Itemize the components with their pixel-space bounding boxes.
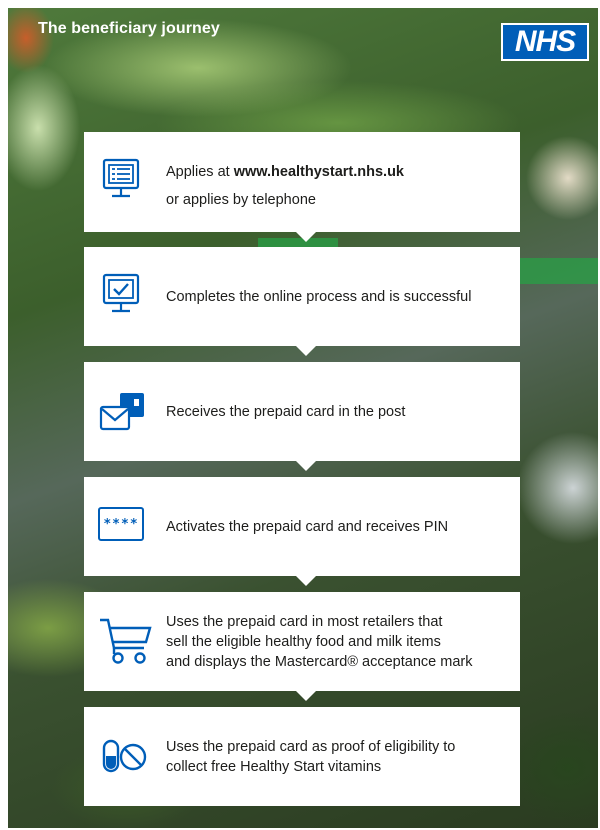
background-photo: The beneficiary journey NHS Applies at w… — [8, 8, 598, 828]
step-text-line: collect free Healthy Start vitamins — [166, 759, 382, 775]
journey-step-complete-online: Completes the online process and is succ… — [84, 247, 520, 356]
step-lead: Applies at — [166, 164, 234, 180]
step-text-line: Uses the prepaid card in most retailers … — [166, 614, 443, 630]
step-pointer — [296, 461, 316, 471]
shelf-stripe — [508, 258, 598, 284]
step-text: Completes the online process and is succ… — [166, 289, 472, 305]
healthystart-url-link[interactable]: www.healthystart.nhs.uk — [234, 164, 404, 180]
step-text-line: Uses the prepaid card as proof of eligib… — [166, 739, 456, 755]
nhs-logo: NHS — [501, 23, 589, 61]
envelope-card-icon — [98, 390, 148, 434]
step-text: Receives the prepaid card in the post — [166, 404, 406, 420]
journey-step-activate-card: **** Activates the prepaid card and rece… — [84, 477, 520, 586]
step-pointer — [296, 576, 316, 586]
step-text: Applies at www.healthystart.nhs.uk or ap… — [166, 162, 508, 210]
monitor-check-icon — [98, 273, 148, 317]
journey-step-vitamins: Uses the prepaid card as proof of eligib… — [84, 707, 520, 806]
pin-entry-icon: **** — [98, 507, 148, 545]
step-text-line: and displays the Mastercard® acceptance … — [166, 654, 473, 670]
step-text-line: Applies at www.healthystart.nhs.uk — [166, 162, 508, 182]
step-pointer — [296, 346, 316, 356]
shopping-cart-icon — [98, 616, 154, 668]
journey-step-receive-card: Receives the prepaid card in the post — [84, 362, 520, 471]
step-pointer — [296, 691, 316, 701]
step-text-line: sell the eligible healthy food and milk … — [166, 634, 441, 650]
vitamins-no-icon — [98, 737, 154, 783]
application-form-icon — [98, 158, 148, 202]
journey-step-apply: Applies at www.healthystart.nhs.uk or ap… — [84, 132, 520, 242]
step-text: Uses the prepaid card as proof of eligib… — [166, 737, 508, 777]
step-text-line: or applies by telephone — [166, 192, 316, 208]
pin-mask: **** — [103, 517, 139, 532]
step-pointer — [296, 232, 316, 242]
pin-entry-box: **** — [98, 507, 144, 541]
page-title: The beneficiary journey — [38, 20, 220, 37]
journey-step-use-card: Uses the prepaid card in most retailers … — [84, 592, 520, 701]
step-text: Activates the prepaid card and receives … — [166, 519, 449, 535]
step-text: Uses the prepaid card in most retailers … — [166, 612, 508, 672]
